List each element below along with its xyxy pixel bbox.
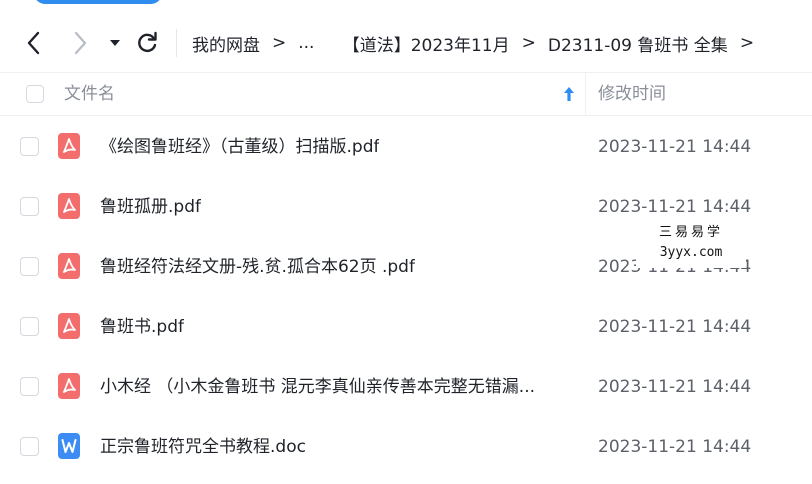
column-header-modified-time[interactable]: 修改时间 bbox=[598, 73, 666, 115]
word-file-icon bbox=[58, 433, 80, 459]
row-checkbox[interactable] bbox=[20, 377, 39, 396]
file-name[interactable]: 鲁班书.pdf bbox=[100, 297, 184, 357]
back-button[interactable] bbox=[22, 30, 46, 56]
file-modified-time: 2023-11-21 14:44 bbox=[598, 377, 752, 397]
watermark: 三易易学 3yyx.com bbox=[636, 222, 746, 268]
row-checkbox[interactable] bbox=[20, 437, 39, 456]
chevron-left-icon bbox=[27, 31, 40, 55]
top-action-button[interactable] bbox=[34, 0, 162, 4]
pdf-file-icon bbox=[58, 253, 80, 279]
arrow-up-icon[interactable] bbox=[562, 85, 576, 103]
file-name[interactable]: 《绘图鲁班经》（古董级）扫描版.pdf bbox=[100, 117, 379, 177]
row-checkbox[interactable] bbox=[20, 197, 39, 216]
file-modified-time: 2023-11-21 14:44 bbox=[598, 317, 752, 337]
navigation-bar: 我的网盘 > ... > 【道法】2023年11月 > D2311-09 鲁班书… bbox=[0, 20, 812, 66]
pdf-file-icon bbox=[58, 313, 80, 339]
pdf-file-icon bbox=[58, 133, 80, 159]
breadcrumb-item-current-folder[interactable]: D2311-09 鲁班书 全集 bbox=[548, 31, 728, 56]
file-name[interactable]: 小木经 （小木金鲁班书 混元李真仙亲传善本完整无错漏... bbox=[100, 357, 535, 417]
row-checkbox[interactable] bbox=[20, 257, 39, 276]
file-list-header: 文件名 修改时间 bbox=[0, 72, 812, 116]
row-checkbox[interactable] bbox=[20, 317, 39, 336]
nav-divider bbox=[176, 29, 177, 57]
file-name[interactable]: 鲁班经符法经文册-残.贫.孤合本62页 .pdf bbox=[100, 237, 415, 297]
breadcrumb-separator: > bbox=[739, 33, 755, 53]
breadcrumb-separator: > bbox=[272, 33, 287, 53]
file-modified-time: 2023-11-21 14:44 bbox=[598, 137, 752, 157]
breadcrumb-item-ellipsis[interactable]: ... bbox=[298, 33, 314, 53]
watermark-title: 三易易学 bbox=[658, 225, 723, 240]
breadcrumb: 我的网盘 > ... > 【道法】2023年11月 > D2311-09 鲁班书… bbox=[192, 20, 766, 66]
file-list: 《绘图鲁班经》（古董级）扫描版.pdf 2023-11-21 14:44 鲁班孤… bbox=[0, 117, 812, 477]
breadcrumb-item-my-drive[interactable]: 我的网盘 bbox=[192, 31, 260, 56]
history-dropdown-button[interactable] bbox=[106, 33, 124, 53]
file-row[interactable]: 正宗鲁班符咒全书教程.doc 2023-11-21 14:44 bbox=[0, 417, 812, 477]
chevron-right-icon bbox=[74, 31, 87, 55]
file-name[interactable]: 正宗鲁班符咒全书教程.doc bbox=[100, 417, 306, 477]
pdf-file-icon bbox=[58, 193, 80, 219]
refresh-button[interactable] bbox=[134, 29, 160, 57]
file-row[interactable]: 小木经 （小木金鲁班书 混元李真仙亲传善本完整无错漏... 2023-11-21… bbox=[0, 357, 812, 417]
breadcrumb-separator: > bbox=[521, 33, 536, 53]
forward-button[interactable] bbox=[68, 30, 92, 56]
breadcrumb-item-month-folder[interactable]: 【道法】2023年11月 bbox=[343, 31, 510, 56]
watermark-url: 3yyx.com bbox=[659, 245, 723, 260]
file-row[interactable]: 《绘图鲁班经》（古董级）扫描版.pdf 2023-11-21 14:44 bbox=[0, 117, 812, 177]
select-all-checkbox[interactable] bbox=[26, 85, 44, 103]
file-modified-time: 2023-11-21 14:44 bbox=[598, 437, 752, 457]
column-divider[interactable] bbox=[585, 73, 586, 115]
file-row[interactable]: 鲁班书.pdf 2023-11-21 14:44 bbox=[0, 297, 812, 357]
file-name[interactable]: 鲁班孤册.pdf bbox=[100, 177, 201, 237]
column-header-filename[interactable]: 文件名 bbox=[64, 73, 115, 115]
file-browser-page: 我的网盘 > ... > 【道法】2023年11月 > D2311-09 鲁班书… bbox=[0, 0, 812, 484]
caret-down-icon bbox=[110, 40, 120, 46]
row-checkbox[interactable] bbox=[20, 137, 39, 156]
refresh-icon bbox=[138, 31, 157, 52]
pdf-file-icon bbox=[58, 373, 80, 399]
